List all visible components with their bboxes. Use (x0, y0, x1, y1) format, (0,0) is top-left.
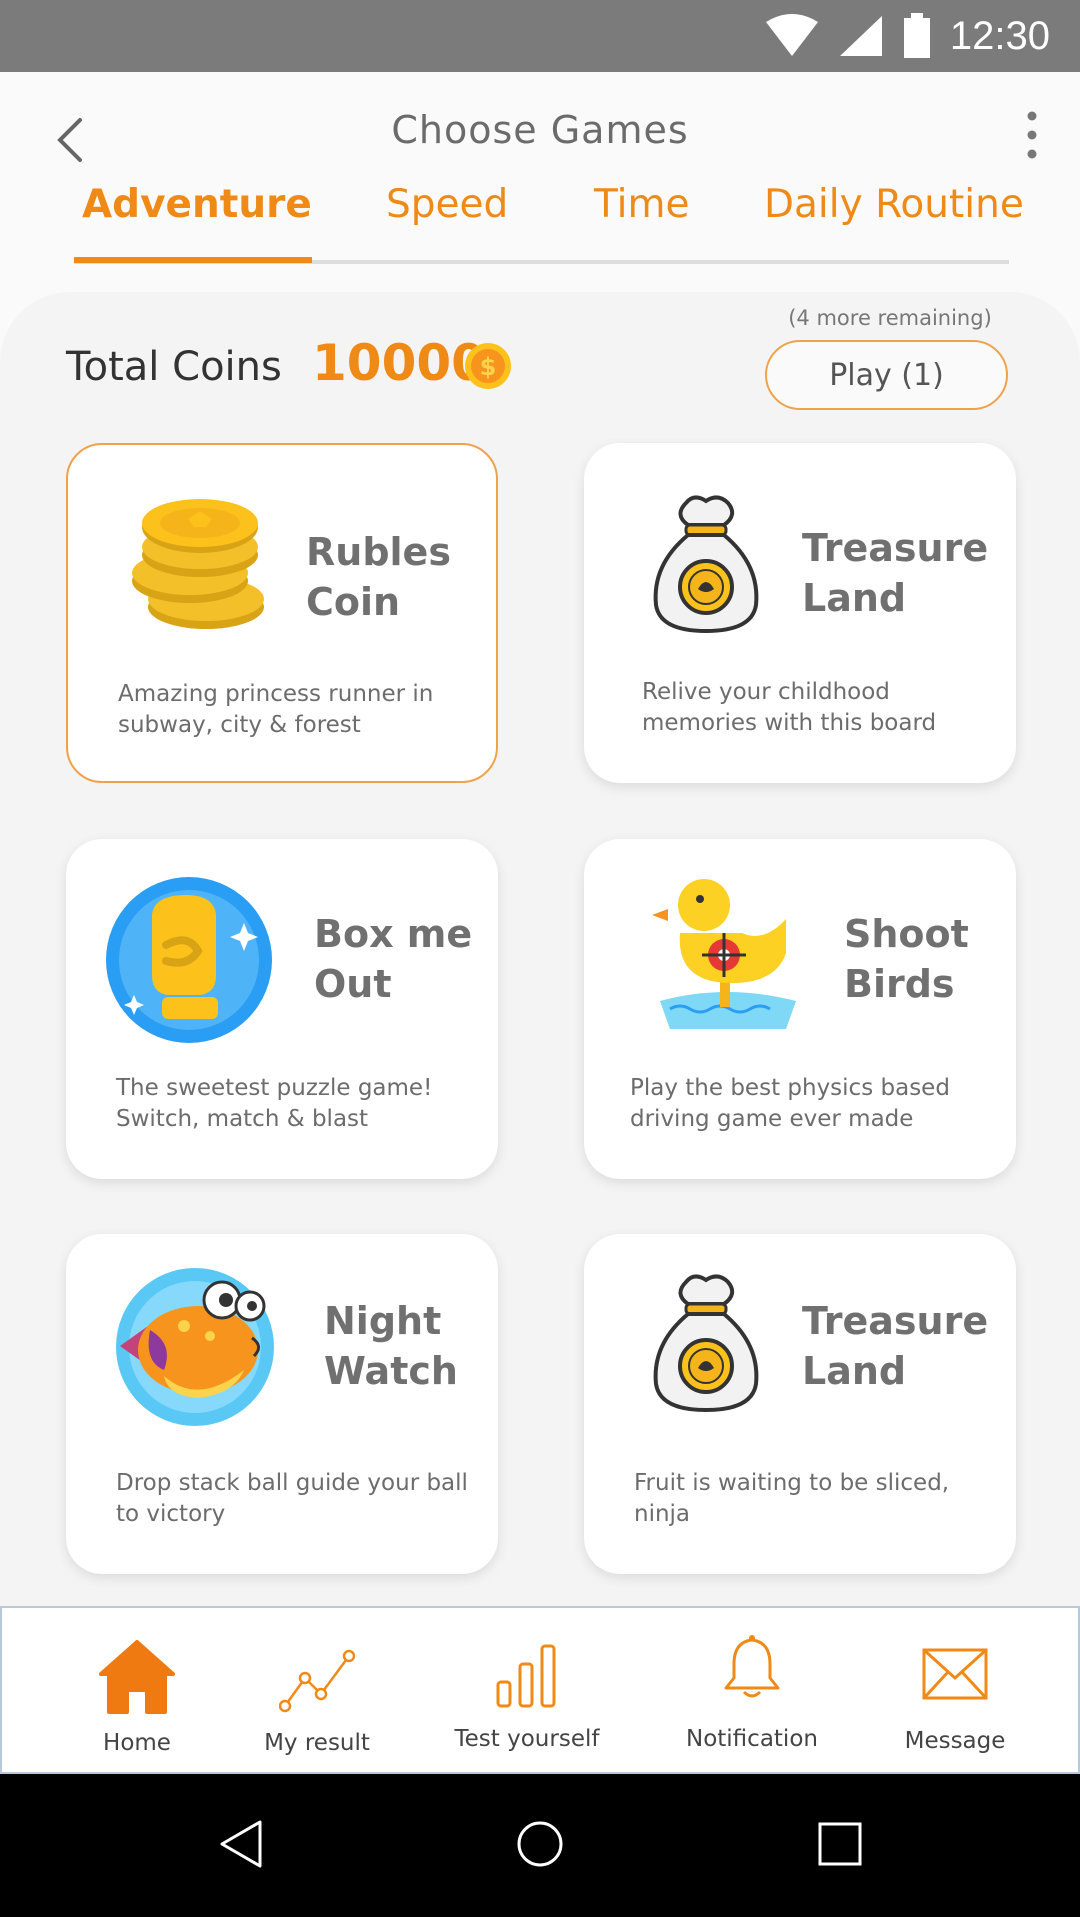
game-card-treasure-land-2[interactable]: Treasure Land Fruit is waiting to be sli… (584, 1234, 1016, 1574)
money-bag-icon (653, 495, 759, 634)
chart-line-icon (279, 1649, 355, 1713)
fish-icon (116, 1268, 274, 1426)
bottom-navigation: Home My result Test yourself Notificatio… (0, 1606, 1080, 1774)
status-bar: 12:30 (0, 0, 1080, 72)
coin-icon: $ (465, 343, 511, 389)
system-navigation-bar (0, 1774, 1080, 1917)
game-title: Treasure Land (802, 526, 989, 620)
system-back-icon[interactable] (218, 1818, 264, 1870)
total-coins-label: Total Coins (66, 344, 282, 390)
duck-target-icon (652, 879, 796, 1029)
game-description: Relive your childhood memories with this… (642, 679, 937, 736)
system-home-icon[interactable] (516, 1818, 564, 1870)
game-title: Treasure Land (802, 1299, 989, 1393)
game-card-box-me-out[interactable]: Box me Out The sweetest puzzle game! Swi… (66, 839, 498, 1179)
system-recents-icon[interactable] (816, 1818, 864, 1870)
game-title: Shoot Birds (844, 912, 969, 1006)
wifi-icon (765, 14, 818, 56)
nav-home[interactable]: Home (62, 1608, 212, 1776)
game-description: The sweetest puzzle game! Switch, match … (116, 1075, 433, 1132)
signal-icon (839, 16, 882, 56)
nav-my-result[interactable]: My result (242, 1608, 392, 1776)
remaining-plays-note: (4 more remaining) (788, 306, 992, 330)
nav-label: Test yourself (454, 1726, 600, 1752)
nav-label: Home (103, 1730, 171, 1756)
boxing-glove-icon (106, 877, 272, 1043)
game-description: Drop stack ball guide your ball to victo… (116, 1470, 468, 1527)
game-title: Box me Out (314, 912, 473, 1006)
play-button[interactable]: Play (1) (765, 340, 1008, 410)
bell-icon (724, 1635, 780, 1698)
battery-icon (903, 13, 930, 58)
game-card-rubles-coin[interactable]: Rubles Coin Amazing princess runner in s… (66, 443, 498, 783)
tab-time[interactable]: Time (594, 182, 689, 227)
nav-test-yourself[interactable]: Test yourself (442, 1608, 612, 1776)
coin-stack-icon (132, 499, 264, 629)
page-title: Choose Games (391, 108, 689, 152)
game-title: Rubles Coin (306, 530, 451, 624)
more-vertical-icon[interactable] (1020, 110, 1044, 160)
tab-adventure[interactable]: Adventure (82, 182, 312, 227)
game-card-shoot-birds[interactable]: Shoot Birds Play the best physics based … (584, 839, 1016, 1179)
nav-message[interactable]: Message (880, 1608, 1030, 1776)
game-description: Play the best physics based driving game… (630, 1075, 950, 1132)
nav-label: Notification (686, 1726, 818, 1752)
category-tabs: Adventure Speed Time Daily Routine (74, 182, 1024, 238)
clock: 12:30 (949, 13, 1050, 58)
envelope-icon (922, 1648, 988, 1700)
game-description: Fruit is waiting to be sliced, ninja (634, 1470, 950, 1527)
tab-speed[interactable]: Speed (386, 182, 508, 227)
game-card-night-watch[interactable]: Night Watch Drop stack ball guide your b… (66, 1234, 498, 1574)
game-card-treasure-land[interactable]: Treasure Land Relive your childhood memo… (584, 443, 1016, 783)
nav-label: Message (904, 1728, 1006, 1754)
game-title: Night Watch (324, 1299, 458, 1393)
nav-label: My result (264, 1730, 370, 1756)
money-bag-icon (653, 1274, 759, 1413)
bar-chart-icon (496, 1644, 556, 1708)
svg-text:$: $ (480, 353, 497, 381)
game-description: Amazing princess runner in subway, city … (118, 681, 434, 738)
tab-active-indicator (74, 257, 312, 263)
tab-daily-routine[interactable]: Daily Routine (764, 182, 1024, 227)
home-icon (99, 1640, 175, 1714)
nav-notification[interactable]: Notification (672, 1608, 832, 1776)
total-coins-value: 10000 (312, 334, 486, 392)
